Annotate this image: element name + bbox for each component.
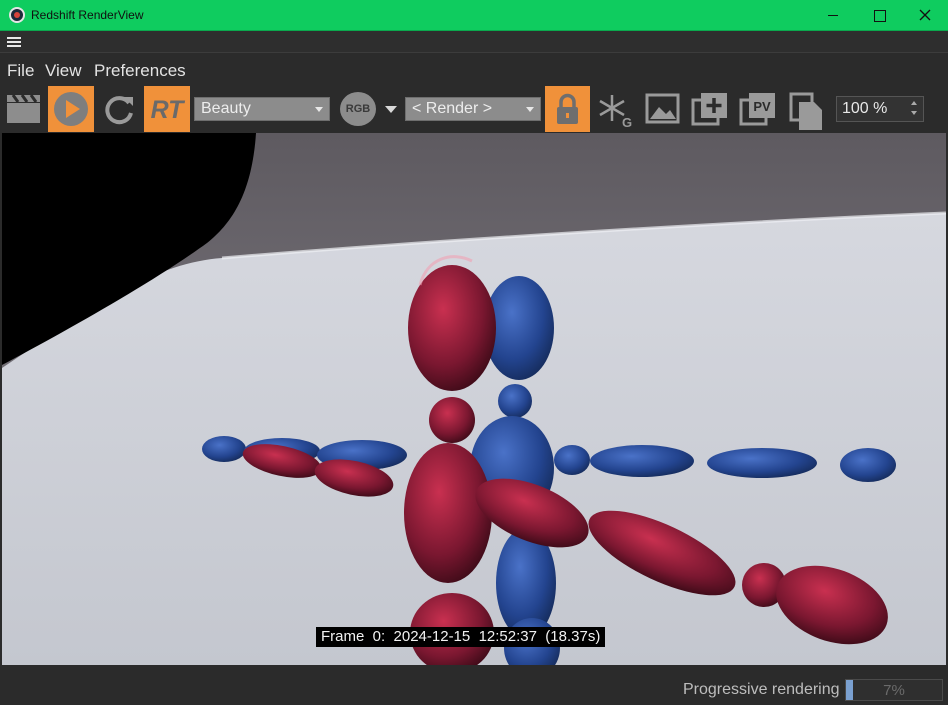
menu-file[interactable]: File	[7, 61, 34, 81]
aov-select[interactable]: Beauty	[194, 97, 330, 121]
zoom-up-icon[interactable]	[911, 101, 917, 105]
hamburger-menu-icon[interactable]	[7, 37, 21, 47]
render-viewport[interactable]: Frame 0: 2024-12-15 12:52:37 (18.37s)	[2, 133, 946, 665]
menu-view[interactable]: View	[45, 61, 82, 81]
picture-viewer-icon: PV	[739, 93, 775, 126]
svg-text:PV: PV	[753, 99, 771, 114]
snowflake-icon: G	[599, 95, 632, 130]
zoom-value: 100 %	[842, 100, 888, 117]
rt-mode-button[interactable]: RT	[144, 86, 190, 132]
chevron-down-icon	[526, 107, 534, 112]
play-icon	[54, 92, 88, 126]
svg-text:G: G	[622, 115, 632, 130]
status-text: Progressive rendering	[683, 681, 840, 698]
chevron-down-icon	[315, 107, 323, 112]
title-bar: Redshift RenderView	[0, 0, 948, 31]
start-render-button[interactable]	[48, 86, 94, 132]
add-snapshot-button[interactable]	[690, 86, 732, 132]
refresh-icon	[105, 96, 133, 125]
status-bar: Progressive rendering 7%	[0, 665, 948, 705]
menu-bar: File View Preferences	[0, 54, 948, 84]
channel-select-button[interactable]: RGB	[340, 92, 376, 126]
copy-icon	[789, 92, 822, 130]
svg-text:RT: RT	[151, 96, 187, 124]
menu-preferences[interactable]: Preferences	[94, 61, 186, 81]
app-logo-icon	[9, 7, 25, 23]
channel-label: RGB	[345, 103, 371, 115]
save-image-button[interactable]	[642, 86, 684, 132]
maximize-button[interactable]	[856, 0, 902, 31]
zoom-input[interactable]: 100 %	[836, 96, 924, 122]
toolbar: RT Beauty RGB < Render > G PV 100 %	[0, 84, 948, 133]
minimize-button[interactable]	[810, 0, 856, 31]
window-title: Redshift RenderView	[31, 8, 144, 22]
render-image	[2, 133, 946, 665]
render-settings-button[interactable]	[4, 86, 44, 132]
clapperboard-icon	[7, 94, 40, 123]
close-icon	[919, 9, 931, 21]
close-button[interactable]	[902, 0, 948, 31]
rt-label: RT	[151, 96, 187, 124]
lock-icon	[557, 93, 578, 124]
channel-dropdown-arrow-icon[interactable]	[385, 106, 397, 113]
frame-info-label: Frame 0: 2024-12-15 12:52:37 (18.37s)	[316, 627, 606, 647]
camera-select[interactable]: < Render >	[405, 97, 541, 121]
camera-select-value: < Render >	[412, 100, 493, 117]
panel-menu-row	[0, 31, 948, 53]
aov-select-value: Beauty	[201, 100, 251, 117]
zoom-down-icon[interactable]	[911, 111, 917, 115]
picture-viewer-button[interactable]: PV	[738, 86, 780, 132]
lock-camera-button[interactable]	[545, 86, 590, 132]
image-icon	[645, 93, 680, 124]
copy-image-button[interactable]	[786, 86, 828, 132]
add-snapshot-icon	[691, 93, 727, 126]
render-progress-label: 7%	[883, 682, 905, 699]
freeze-geometry-button[interactable]: G	[594, 86, 636, 132]
refresh-render-button[interactable]	[98, 86, 140, 132]
render-progress-bar: 7%	[845, 679, 943, 701]
